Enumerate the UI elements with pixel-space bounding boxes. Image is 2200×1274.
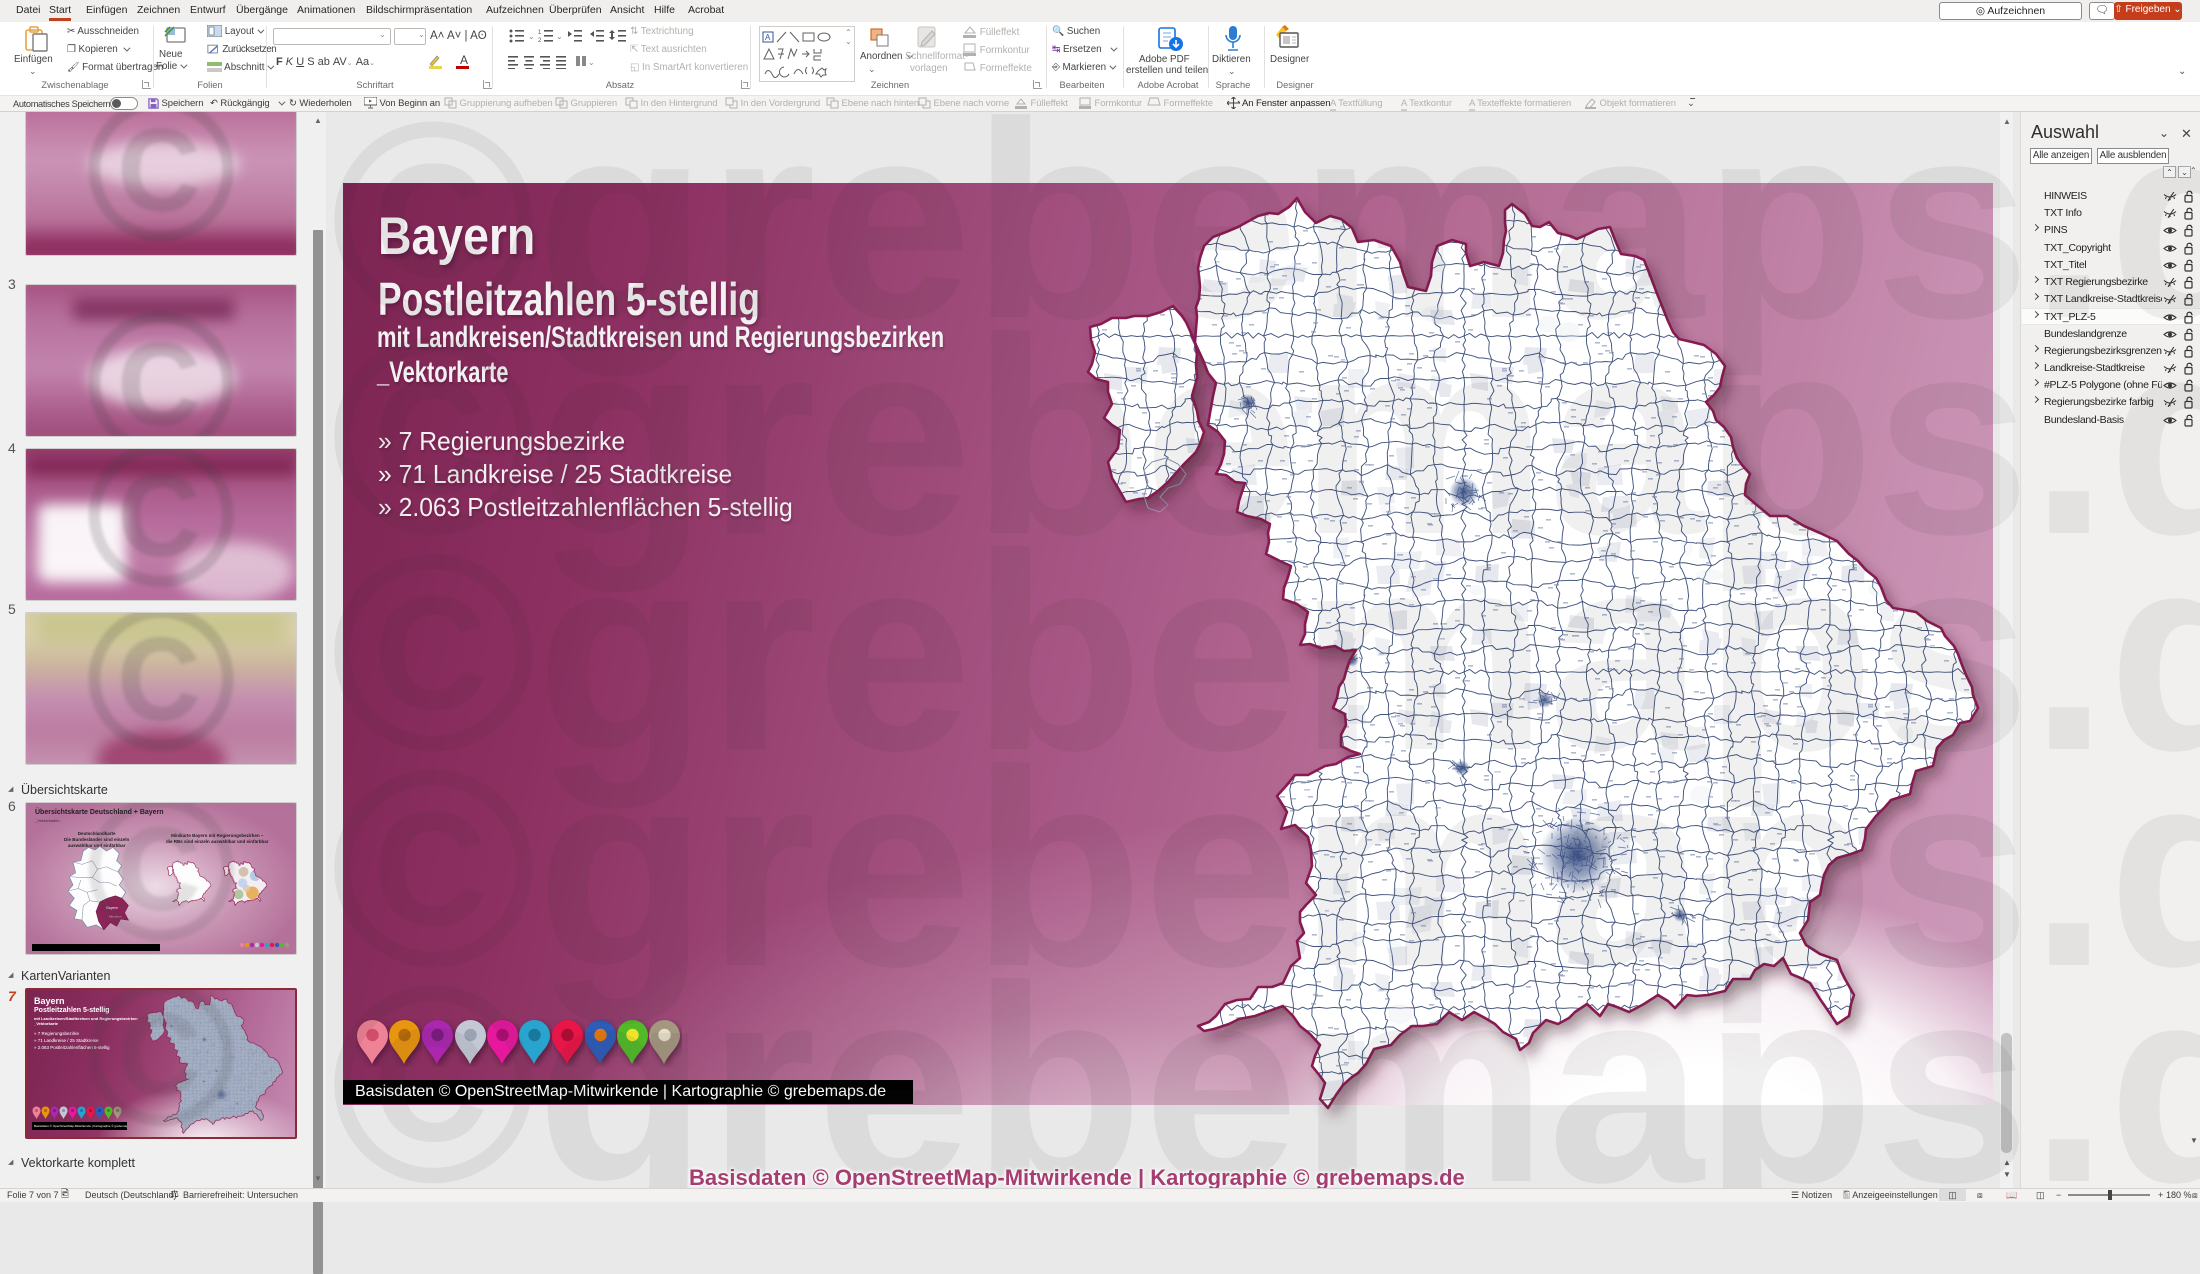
- svg-text:A: A: [765, 33, 771, 42]
- svg-text:München: München: [109, 915, 122, 919]
- svg-text:⌄: ⌄: [556, 32, 563, 41]
- svg-text:A: A: [460, 54, 468, 67]
- svg-text:2: 2: [538, 38, 542, 43]
- svg-text:Bayern: Bayern: [106, 906, 117, 910]
- svg-text:⌄: ⌄: [588, 58, 595, 67]
- svg-text:1: 1: [538, 30, 542, 36]
- svg-text:⌄: ⌄: [528, 32, 535, 41]
